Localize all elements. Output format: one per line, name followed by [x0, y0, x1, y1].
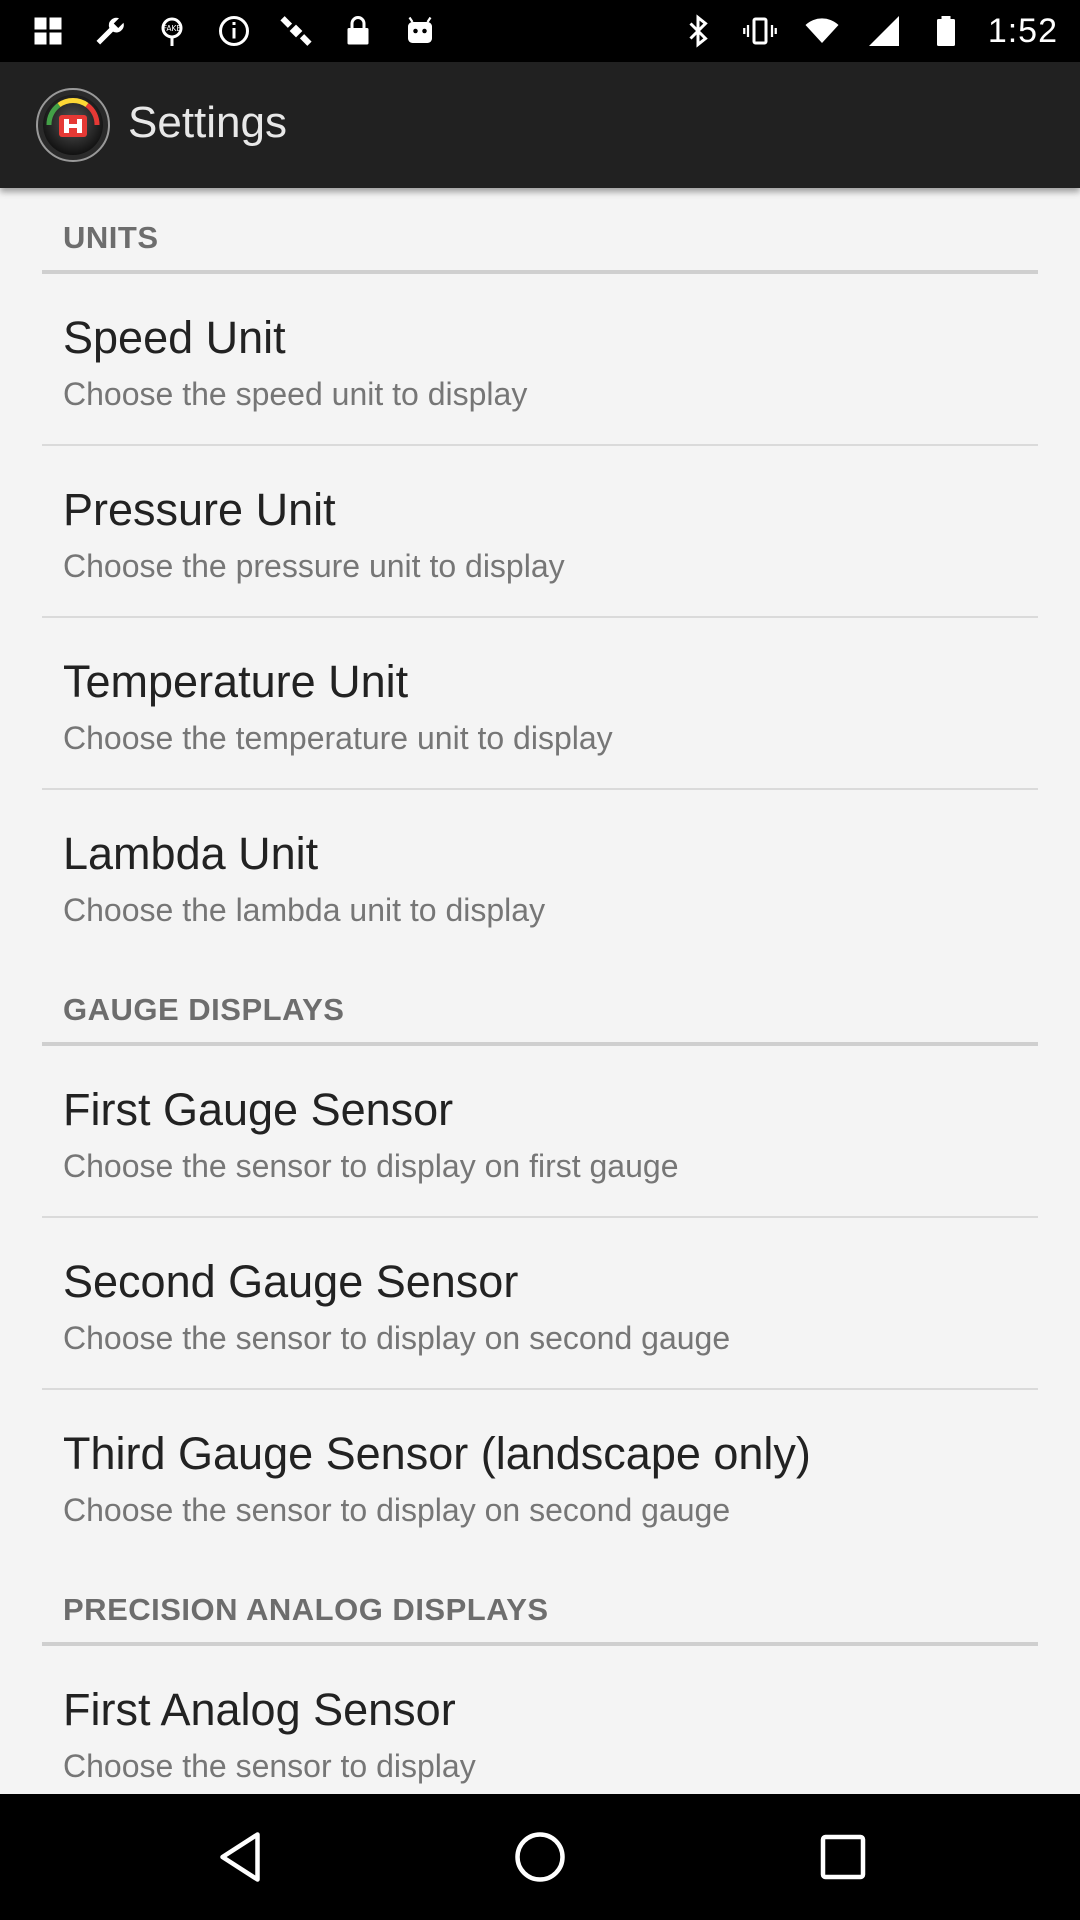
- category-title: PRECISION ANALOG DISPLAYS: [63, 1592, 549, 1627]
- home-icon[interactable]: [510, 1827, 570, 1887]
- signal-icon: [864, 11, 904, 51]
- page-title: Settings: [128, 98, 287, 147]
- wifi-icon: [802, 11, 842, 51]
- pref-summary: Choose the temperature unit to display: [63, 720, 613, 756]
- pref-summary: Choose the sensor to display on second g…: [63, 1492, 731, 1528]
- pref-title: Temperature Unit: [63, 656, 409, 707]
- status-bar: FAKE 1:52: [0, 0, 1080, 62]
- pref-title: Lambda Unit: [63, 828, 319, 879]
- pref-summary: Choose the sensor to display on first ga…: [63, 1148, 679, 1184]
- bluetooth-icon: [678, 11, 718, 51]
- svg-text:FAKE: FAKE: [163, 24, 182, 33]
- info-icon: [214, 11, 254, 51]
- system-icons: 1:52: [678, 10, 1058, 52]
- tool-icon: [90, 11, 130, 51]
- pref-title: Pressure Unit: [63, 484, 336, 535]
- battery-icon: [926, 11, 966, 51]
- pref-first-gauge-sensor[interactable]: First Gauge Sensor Choose the sensor to …: [0, 1046, 1080, 1216]
- category-title: GAUGE DISPLAYS: [63, 992, 345, 1027]
- pref-temperature-unit[interactable]: Temperature Unit Choose the temperature …: [0, 618, 1080, 788]
- pref-lambda-unit[interactable]: Lambda Unit Choose the lambda unit to di…: [0, 790, 1080, 960]
- pref-speed-unit[interactable]: Speed Unit Choose the speed unit to disp…: [0, 274, 1080, 444]
- satellite-icon: [276, 11, 316, 51]
- navigation-bar: [0, 1794, 1080, 1920]
- back-icon[interactable]: [210, 1827, 270, 1887]
- recents-icon[interactable]: [813, 1827, 873, 1887]
- lock-icon: [338, 11, 378, 51]
- pref-third-gauge-sensor[interactable]: Third Gauge Sensor (landscape only) Choo…: [0, 1390, 1080, 1560]
- settings-list: UNITS Speed Unit Choose the speed unit t…: [0, 188, 1080, 1794]
- grid-icon: [28, 11, 68, 51]
- pref-title: Second Gauge Sensor: [63, 1256, 519, 1307]
- pref-pressure-unit[interactable]: Pressure Unit Choose the pressure unit t…: [0, 446, 1080, 616]
- pref-first-analog-sensor[interactable]: First Analog Sensor Choose the sensor to…: [0, 1646, 1080, 1794]
- category-precision-analog-displays: PRECISION ANALOG DISPLAYS: [0, 1560, 1080, 1646]
- pref-summary: Choose the sensor to display on second g…: [63, 1320, 731, 1356]
- notification-icons: FAKE: [28, 10, 440, 52]
- category-gauge-displays: GAUGE DISPLAYS: [0, 960, 1080, 1046]
- fake-gps-icon: FAKE: [152, 11, 192, 51]
- pref-summary: Choose the sensor to display: [63, 1748, 476, 1784]
- category-title: UNITS: [63, 220, 159, 255]
- category-units: UNITS: [0, 188, 1080, 274]
- android-icon: [400, 11, 440, 51]
- pref-second-gauge-sensor[interactable]: Second Gauge Sensor Choose the sensor to…: [0, 1218, 1080, 1388]
- pref-title: Third Gauge Sensor (landscape only): [63, 1428, 811, 1479]
- pref-title: First Gauge Sensor: [63, 1084, 454, 1135]
- action-bar: Settings: [0, 62, 1080, 188]
- gauge-app-icon[interactable]: [35, 87, 111, 163]
- status-bar-clock: 1:52: [987, 11, 1058, 50]
- pref-title: Speed Unit: [63, 312, 286, 363]
- pref-title: First Analog Sensor: [63, 1684, 456, 1735]
- pref-summary: Choose the lambda unit to display: [63, 892, 546, 928]
- vibrate-icon: [740, 11, 780, 51]
- pref-summary: Choose the speed unit to display: [63, 376, 528, 412]
- pref-summary: Choose the pressure unit to display: [63, 548, 565, 584]
